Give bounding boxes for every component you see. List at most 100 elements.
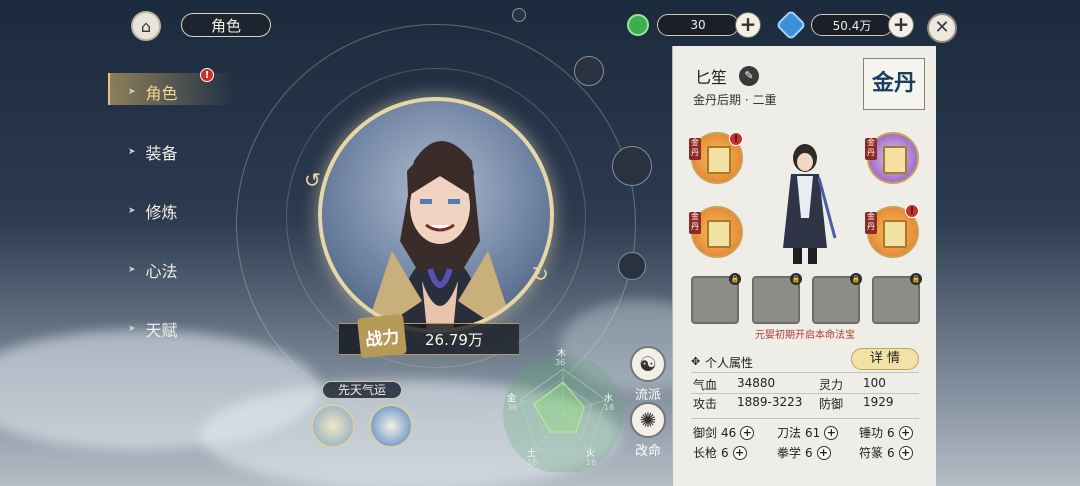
menu-item-label: 装备 bbox=[145, 144, 178, 163]
radar-value-water: 18 bbox=[604, 403, 615, 412]
add-point-button[interactable]: + bbox=[732, 445, 747, 460]
skill-item: 御剑 46 + bbox=[693, 424, 755, 441]
diamond-icon: ✥ bbox=[691, 355, 701, 368]
fate-icon: ✺ bbox=[630, 402, 666, 438]
green-jade-icon bbox=[627, 14, 649, 36]
radar-value-wood: 36 bbox=[555, 358, 566, 367]
menu-item-label: 心法 bbox=[145, 262, 178, 281]
radar-value-fire: 16 bbox=[586, 458, 597, 467]
scroll-icon bbox=[707, 220, 731, 248]
stat-label: 灵力 bbox=[819, 378, 844, 392]
home-icon[interactable]: ⌂ bbox=[131, 11, 161, 41]
add-point-button[interactable]: + bbox=[898, 445, 913, 460]
add-point-button[interactable]: + bbox=[824, 425, 839, 440]
realm-rank-seal: 金丹 bbox=[863, 58, 925, 110]
arrow-icon: ➤ bbox=[128, 324, 136, 334]
locked-treasure-slot[interactable]: 🔒 bbox=[752, 273, 802, 324]
lock-icon: 🔒 bbox=[910, 273, 922, 285]
moon-phase-icon bbox=[574, 56, 604, 86]
scroll-icon bbox=[707, 146, 731, 174]
stat-value: 100 bbox=[863, 376, 886, 390]
lock-icon: 🔒 bbox=[850, 273, 862, 285]
divider bbox=[691, 372, 919, 373]
combat-power-bar: 战力 26.79万 bbox=[339, 313, 519, 359]
add-point-button[interactable]: + bbox=[740, 425, 755, 440]
add-point-button[interactable]: + bbox=[816, 445, 831, 460]
scroll-icon bbox=[883, 146, 907, 174]
stat-value: 34880 bbox=[737, 376, 776, 390]
technique-slot[interactable]: 金丹 bbox=[865, 132, 919, 184]
character-name: 匕笙 bbox=[695, 68, 728, 87]
menu-item-label: 修炼 bbox=[145, 203, 178, 222]
brush-icon[interactable]: ✎ bbox=[739, 66, 759, 86]
scroll-icon bbox=[883, 220, 907, 248]
menu-item-equipment[interactable]: ➤ 装备 bbox=[128, 140, 178, 164]
rotate-right-icon[interactable]: ↻ bbox=[532, 262, 549, 286]
combat-power-label: 战力 bbox=[357, 313, 407, 359]
stat-label: 防御 bbox=[819, 397, 844, 411]
arrow-icon: ➤ bbox=[128, 87, 136, 97]
arrow-icon: ➤ bbox=[128, 206, 136, 216]
slot-tag: 金丹 bbox=[865, 212, 877, 234]
add-jade-button[interactable]: + bbox=[735, 12, 761, 38]
alert-badge: ! bbox=[905, 204, 919, 218]
attributes-title: 个人属性 bbox=[705, 356, 754, 370]
lock-icon: 🔒 bbox=[790, 273, 802, 285]
arrow-icon: ➤ bbox=[128, 265, 136, 275]
skill-item: 刀法 61 + bbox=[777, 424, 839, 441]
details-button[interactable]: 详 情 bbox=[851, 348, 919, 370]
change-fate-button[interactable]: ✺ 改命 bbox=[626, 402, 670, 459]
menu-item-talent[interactable]: ➤ 天赋 bbox=[128, 317, 178, 341]
menu-item-cultivation[interactable]: ➤ 修炼 bbox=[128, 199, 178, 223]
luck-avatar-1[interactable] bbox=[311, 404, 355, 448]
stat-label: 攻击 bbox=[693, 397, 718, 411]
slot-tag: 金丹 bbox=[689, 138, 701, 160]
jade-count: 30 bbox=[657, 14, 739, 36]
innate-luck-title: 先天气运 bbox=[322, 381, 402, 399]
add-spirit-stone-button[interactable]: + bbox=[888, 12, 914, 38]
divider bbox=[691, 393, 919, 394]
locked-treasure-slot[interactable]: 🔒 bbox=[691, 273, 741, 324]
character-info-panel: 匕笙 ✎ 金丹后期 · 二重 金丹 金丹 ! 金丹 金丹 金丹 ! 🔒 🔒 🔒 … bbox=[672, 46, 936, 486]
slot-tag: 金丹 bbox=[865, 138, 877, 160]
luck-avatar-2[interactable] bbox=[369, 404, 413, 448]
close-button[interactable]: ✕ bbox=[927, 13, 957, 43]
blue-spirit-stone-icon bbox=[775, 9, 807, 41]
moon-phase-icon bbox=[618, 252, 646, 280]
stat-value: 1929 bbox=[863, 395, 894, 409]
alert-badge: ! bbox=[729, 132, 743, 146]
arrow-icon: ➤ bbox=[128, 147, 136, 157]
skill-item: 长枪 6 + bbox=[693, 444, 747, 461]
cultivation-stage: 金丹后期 · 二重 bbox=[693, 93, 777, 107]
menu-item-label: 天赋 bbox=[145, 321, 178, 340]
character-illustration bbox=[366, 141, 514, 329]
slot-tag: 金丹 bbox=[689, 212, 701, 234]
add-point-button[interactable]: + bbox=[898, 425, 913, 440]
sect-icon: ☯ bbox=[630, 346, 666, 382]
skill-item: 锤功 6 + bbox=[859, 424, 913, 441]
stat-label: 气血 bbox=[693, 378, 718, 392]
sect-label: 流派 bbox=[634, 388, 661, 403]
spirit-stone-count: 50.4万 bbox=[811, 14, 893, 36]
rotate-left-icon[interactable]: ↺ bbox=[304, 168, 321, 192]
locked-treasure-slot[interactable]: 🔒 bbox=[812, 273, 862, 324]
character-figure bbox=[783, 144, 837, 264]
moon-phase-icon bbox=[512, 8, 526, 22]
locked-hint-text: 元婴初期开启本命法宝 bbox=[755, 330, 855, 341]
moon-phase-icon bbox=[612, 146, 652, 186]
technique-slot[interactable]: 金丹 bbox=[689, 206, 743, 258]
alert-badge: ! bbox=[200, 68, 214, 82]
divider bbox=[691, 418, 919, 419]
skill-item: 符篆 6 + bbox=[859, 444, 913, 461]
character-portrait[interactable] bbox=[318, 97, 554, 333]
page-title: 角色 bbox=[181, 13, 271, 37]
menu-item-character[interactable]: ➤ 角色 bbox=[128, 80, 178, 104]
radar-value-metal: 36 bbox=[507, 403, 518, 412]
menu-item-mind-method[interactable]: ➤ 心法 bbox=[128, 258, 178, 282]
skill-item: 拳学 6 + bbox=[777, 444, 831, 461]
sect-button[interactable]: ☯ 流派 bbox=[626, 346, 670, 403]
menu-item-label: 角色 bbox=[145, 84, 178, 103]
fate-label: 改命 bbox=[634, 444, 661, 459]
radar-value-earth: 16 bbox=[527, 458, 538, 467]
locked-treasure-slot[interactable]: 🔒 bbox=[872, 273, 922, 324]
